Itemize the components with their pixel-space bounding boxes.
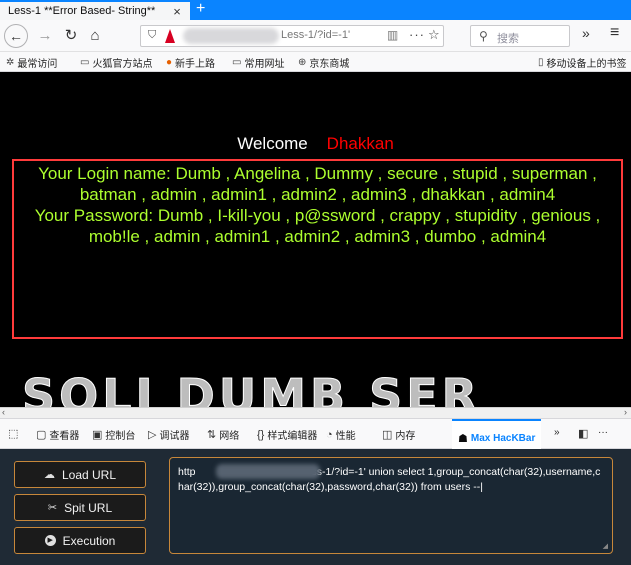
home-icon[interactable]: ⌂: [84, 25, 106, 47]
search-icon: ⚲: [479, 29, 488, 43]
bookmark-label: 新手上路: [175, 59, 216, 70]
login-names-text: Your Login name: Dumb , Angelina , Dummy…: [38, 164, 597, 204]
hackbar-panel: ☁ Load URL ✂ Spit URL ▶ Execution http ss…: [0, 449, 631, 565]
debugger-icon: ▷: [148, 429, 157, 441]
tab-style-editor[interactable]: {} 样式编辑器: [257, 427, 318, 443]
search-placeholder: 搜索: [497, 33, 519, 45]
site-warning-icon[interactable]: [165, 29, 175, 43]
hackbar-url-textarea[interactable]: http ss-1/?id=-1' union select 1,group_co…: [169, 457, 613, 554]
query-result-box: Your Login name: Dumb , Angelina , Dummy…: [12, 159, 623, 339]
passwords-text: Your Password: Dumb , I-kill-you , p@ssw…: [34, 206, 601, 246]
tab-label: 查看器: [49, 431, 80, 442]
hackbar-icon: ☗: [458, 433, 468, 445]
reader-view-icon[interactable]: ▥: [387, 28, 398, 42]
bookmark-jd[interactable]: ⊕ 京东商城: [298, 55, 349, 70]
folder-icon: ▭: [232, 57, 242, 68]
scissors-icon: ✂: [47, 502, 58, 514]
page-content: Welcome Dhakkan Your Login name: Dumb , …: [0, 72, 631, 407]
bookmark-label: 移动设备上的书签: [546, 59, 627, 70]
inspector-icon: ▢: [36, 429, 47, 441]
firefox-icon: ●: [166, 57, 173, 68]
close-icon[interactable]: ×: [170, 4, 184, 19]
hamburger-menu-icon[interactable]: ≡: [610, 24, 619, 42]
welcome-label: Welcome: [237, 134, 308, 153]
execution-button[interactable]: ▶ Execution: [14, 527, 146, 554]
browser-tab[interactable]: Less-1 **Error Based- String** ×: [0, 0, 190, 20]
memory-icon: ◫: [382, 429, 393, 441]
scroll-left-icon[interactable]: ‹: [2, 407, 5, 417]
load-url-label: Load URL: [61, 467, 117, 482]
globe-icon: ⊕: [298, 57, 307, 68]
split-url-button[interactable]: ✂ Spit URL: [14, 494, 146, 521]
tab-inspector[interactable]: ▢ 查看器: [36, 427, 79, 442]
tab-label: 网络: [219, 431, 240, 442]
page-actions-icon[interactable]: ···: [409, 27, 425, 42]
folder-icon: ▭: [80, 57, 90, 68]
bookmark-mobile[interactable]: ▯ 移动设备上的书签: [538, 55, 627, 70]
dock-side-icon[interactable]: ◧: [578, 427, 588, 440]
sqli-dumb-series-logo: SQLI DUMB SER: [21, 369, 482, 408]
url-prefix: http: [178, 466, 196, 478]
back-arrow-icon[interactable]: ←: [4, 24, 28, 48]
resize-handle-icon[interactable]: ◢: [603, 542, 608, 550]
url-text[interactable]: Less-1/?id=-1': [281, 29, 350, 41]
console-icon: ▣: [92, 429, 103, 441]
folder-icon: ▯: [538, 57, 544, 68]
scroll-right-icon[interactable]: ›: [624, 407, 627, 417]
split-url-label: Spit URL: [64, 500, 113, 515]
play-icon: ▶: [44, 535, 56, 546]
bookmark-label: 最常访问: [17, 59, 58, 70]
bookmark-getting-started[interactable]: ● 新手上路: [166, 55, 215, 70]
tab-label: Max HacKBar: [470, 433, 536, 444]
cloud-download-icon: ☁: [43, 469, 55, 481]
devtools-more-icon[interactable]: ···: [598, 427, 608, 438]
network-icon: ⇅: [207, 429, 217, 441]
bookmark-common-sites[interactable]: ▭ 常用网址: [232, 55, 284, 70]
bookmark-label: 京东商城: [309, 59, 350, 70]
tab-debugger[interactable]: ▷ 调试器: [148, 427, 189, 442]
address-bar[interactable]: ⛉ Less-1/?id=-1' ▥ ··· ☆: [140, 25, 444, 47]
toolbar-overflow-icon[interactable]: »: [582, 25, 590, 41]
tab-console[interactable]: ▣ 控制台: [92, 427, 135, 442]
tab-label: 样式编辑器: [267, 431, 318, 442]
gear-icon: ✲: [6, 57, 15, 68]
new-tab-button[interactable]: +: [196, 0, 205, 20]
tab-label: 内存: [395, 431, 416, 442]
tab-memory[interactable]: ◫ 内存: [382, 427, 415, 442]
tab-label: 控制台: [105, 431, 136, 442]
bookmark-firefox-official[interactable]: ▭ 火狐官方站点: [80, 55, 152, 70]
horizontal-scrollbar[interactable]: ‹ ›: [0, 407, 631, 418]
shield-icon[interactable]: ⛉: [148, 29, 156, 42]
style-icon: {}: [257, 428, 265, 441]
forward-arrow-icon[interactable]: →: [34, 25, 56, 47]
welcome-line: Welcome Dhakkan: [0, 134, 631, 154]
tab-max-hackbar[interactable]: ☗ Max HacKBar: [452, 419, 542, 449]
navigation-bar: ← → ↻ ⌂ ⛉ Less-1/?id=-1' ▥ ··· ☆ ⚲ 搜索 » …: [0, 20, 631, 52]
tab-network[interactable]: ⇅ 网络: [207, 427, 239, 442]
tab-performance[interactable]: ◔ 性能: [326, 427, 356, 443]
bookmark-label: 常用网址: [244, 59, 285, 70]
tab-label: 性能: [335, 431, 356, 442]
tab-strip: Less-1 **Error Based- String** × +: [0, 0, 631, 20]
tab-label: 调试器: [159, 431, 190, 442]
bookmark-label: 火狐官方站点: [92, 59, 153, 70]
tab-title: Less-1 **Error Based- String**: [8, 5, 156, 17]
search-bar[interactable]: ⚲ 搜索: [470, 25, 570, 47]
devtools-toolbar: ⬚ ▢ 查看器 ▣ 控制台 ▷ 调试器 ⇅ 网络 {} 样式编辑器 ◔ 性能 ◫…: [0, 418, 631, 449]
element-picker-icon[interactable]: ⬚: [8, 427, 18, 440]
devtools-overflow-icon[interactable]: »: [554, 427, 560, 438]
redacted-host: [216, 464, 320, 479]
performance-icon: ◔: [326, 428, 333, 441]
bookmark-star-icon[interactable]: ☆: [428, 27, 440, 43]
redacted-url: [183, 28, 279, 44]
bookmark-most-visited[interactable]: ✲ 最常访问: [6, 55, 57, 70]
bookmarks-bar: ✲ 最常访问 ▭ 火狐官方站点 ● 新手上路 ▭ 常用网址 ⊕ 京东商城 ▯ 移…: [0, 52, 631, 72]
reload-icon[interactable]: ↻: [60, 25, 82, 47]
execution-label: Execution: [62, 533, 116, 548]
welcome-name: Dhakkan: [326, 134, 394, 153]
load-url-button[interactable]: ☁ Load URL: [14, 461, 146, 488]
